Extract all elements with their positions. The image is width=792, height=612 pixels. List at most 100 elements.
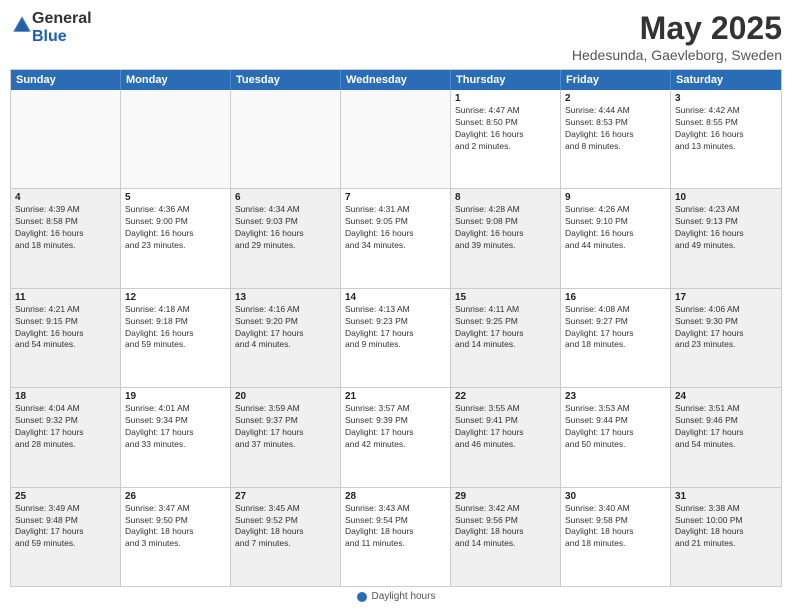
day-cell: 3Sunrise: 4:42 AM Sunset: 8:55 PM Daylig… xyxy=(671,90,781,188)
day-info: Sunrise: 3:40 AM Sunset: 9:58 PM Dayligh… xyxy=(565,503,666,551)
day-cell: 7Sunrise: 4:31 AM Sunset: 9:05 PM Daylig… xyxy=(341,189,451,287)
calendar: SundayMondayTuesdayWednesdayThursdayFrid… xyxy=(10,69,782,587)
logo-blue-text: Blue xyxy=(32,28,92,46)
day-number: 2 xyxy=(565,93,666,104)
day-info: Sunrise: 3:43 AM Sunset: 9:54 PM Dayligh… xyxy=(345,503,446,551)
logo-icon xyxy=(12,15,32,35)
day-cell: 22Sunrise: 3:55 AM Sunset: 9:41 PM Dayli… xyxy=(451,388,561,486)
day-header-wednesday: Wednesday xyxy=(341,70,451,90)
day-number: 11 xyxy=(15,292,116,303)
day-info: Sunrise: 4:23 AM Sunset: 9:13 PM Dayligh… xyxy=(675,204,777,252)
day-info: Sunrise: 3:45 AM Sunset: 9:52 PM Dayligh… xyxy=(235,503,336,551)
day-info: Sunrise: 4:18 AM Sunset: 9:18 PM Dayligh… xyxy=(125,304,226,352)
day-info: Sunrise: 4:47 AM Sunset: 8:50 PM Dayligh… xyxy=(455,105,556,153)
day-number: 10 xyxy=(675,192,777,203)
day-info: Sunrise: 4:28 AM Sunset: 9:08 PM Dayligh… xyxy=(455,204,556,252)
day-cell: 12Sunrise: 4:18 AM Sunset: 9:18 PM Dayli… xyxy=(121,289,231,387)
week-row-3: 11Sunrise: 4:21 AM Sunset: 9:15 PM Dayli… xyxy=(11,289,781,388)
day-info: Sunrise: 3:59 AM Sunset: 9:37 PM Dayligh… xyxy=(235,403,336,451)
day-cell xyxy=(341,90,451,188)
day-cell: 5Sunrise: 4:36 AM Sunset: 9:00 PM Daylig… xyxy=(121,189,231,287)
day-cell: 28Sunrise: 3:43 AM Sunset: 9:54 PM Dayli… xyxy=(341,488,451,586)
day-header-thursday: Thursday xyxy=(451,70,561,90)
day-cell: 24Sunrise: 3:51 AM Sunset: 9:46 PM Dayli… xyxy=(671,388,781,486)
day-number: 19 xyxy=(125,391,226,402)
day-info: Sunrise: 3:53 AM Sunset: 9:44 PM Dayligh… xyxy=(565,403,666,451)
day-header-tuesday: Tuesday xyxy=(231,70,341,90)
day-number: 7 xyxy=(345,192,446,203)
day-info: Sunrise: 3:49 AM Sunset: 9:48 PM Dayligh… xyxy=(15,503,116,551)
week-row-4: 18Sunrise: 4:04 AM Sunset: 9:32 PM Dayli… xyxy=(11,388,781,487)
week-row-1: 1Sunrise: 4:47 AM Sunset: 8:50 PM Daylig… xyxy=(11,90,781,189)
day-cell: 19Sunrise: 4:01 AM Sunset: 9:34 PM Dayli… xyxy=(121,388,231,486)
day-number: 13 xyxy=(235,292,336,303)
day-cell: 16Sunrise: 4:08 AM Sunset: 9:27 PM Dayli… xyxy=(561,289,671,387)
page: General Blue May 2025 Hedesunda, Gaevleb… xyxy=(0,0,792,612)
day-cell: 30Sunrise: 3:40 AM Sunset: 9:58 PM Dayli… xyxy=(561,488,671,586)
day-cell: 14Sunrise: 4:13 AM Sunset: 9:23 PM Dayli… xyxy=(341,289,451,387)
day-number: 14 xyxy=(345,292,446,303)
day-header-friday: Friday xyxy=(561,70,671,90)
day-header-monday: Monday xyxy=(121,70,231,90)
day-header-sunday: Sunday xyxy=(11,70,121,90)
day-info: Sunrise: 4:39 AM Sunset: 8:58 PM Dayligh… xyxy=(15,204,116,252)
day-headers: SundayMondayTuesdayWednesdayThursdayFrid… xyxy=(11,70,781,90)
day-info: Sunrise: 4:16 AM Sunset: 9:20 PM Dayligh… xyxy=(235,304,336,352)
footer: Daylight hours xyxy=(10,587,782,602)
day-number: 27 xyxy=(235,491,336,502)
day-number: 16 xyxy=(565,292,666,303)
day-cell: 23Sunrise: 3:53 AM Sunset: 9:44 PM Dayli… xyxy=(561,388,671,486)
day-cell: 17Sunrise: 4:06 AM Sunset: 9:30 PM Dayli… xyxy=(671,289,781,387)
weeks: 1Sunrise: 4:47 AM Sunset: 8:50 PM Daylig… xyxy=(11,90,781,586)
day-info: Sunrise: 4:26 AM Sunset: 9:10 PM Dayligh… xyxy=(565,204,666,252)
day-number: 23 xyxy=(565,391,666,402)
logo-text: General Blue xyxy=(32,10,92,45)
day-cell: 10Sunrise: 4:23 AM Sunset: 9:13 PM Dayli… xyxy=(671,189,781,287)
day-info: Sunrise: 4:08 AM Sunset: 9:27 PM Dayligh… xyxy=(565,304,666,352)
day-cell: 29Sunrise: 3:42 AM Sunset: 9:56 PM Dayli… xyxy=(451,488,561,586)
day-info: Sunrise: 3:47 AM Sunset: 9:50 PM Dayligh… xyxy=(125,503,226,551)
day-number: 31 xyxy=(675,491,777,502)
day-cell: 8Sunrise: 4:28 AM Sunset: 9:08 PM Daylig… xyxy=(451,189,561,287)
day-number: 17 xyxy=(675,292,777,303)
day-cell: 25Sunrise: 3:49 AM Sunset: 9:48 PM Dayli… xyxy=(11,488,121,586)
day-info: Sunrise: 4:36 AM Sunset: 9:00 PM Dayligh… xyxy=(125,204,226,252)
day-number: 30 xyxy=(565,491,666,502)
day-info: Sunrise: 4:11 AM Sunset: 9:25 PM Dayligh… xyxy=(455,304,556,352)
day-cell: 20Sunrise: 3:59 AM Sunset: 9:37 PM Dayli… xyxy=(231,388,341,486)
calendar-title: May 2025 xyxy=(572,10,782,47)
day-cell xyxy=(231,90,341,188)
day-info: Sunrise: 4:31 AM Sunset: 9:05 PM Dayligh… xyxy=(345,204,446,252)
day-info: Sunrise: 4:04 AM Sunset: 9:32 PM Dayligh… xyxy=(15,403,116,451)
day-number: 18 xyxy=(15,391,116,402)
day-cell: 18Sunrise: 4:04 AM Sunset: 9:32 PM Dayli… xyxy=(11,388,121,486)
day-number: 12 xyxy=(125,292,226,303)
day-number: 25 xyxy=(15,491,116,502)
footer-dot xyxy=(357,592,367,602)
day-number: 24 xyxy=(675,391,777,402)
day-cell: 26Sunrise: 3:47 AM Sunset: 9:50 PM Dayli… xyxy=(121,488,231,586)
day-info: Sunrise: 4:13 AM Sunset: 9:23 PM Dayligh… xyxy=(345,304,446,352)
footer-label: Daylight hours xyxy=(372,591,436,602)
day-number: 22 xyxy=(455,391,556,402)
day-cell: 1Sunrise: 4:47 AM Sunset: 8:50 PM Daylig… xyxy=(451,90,561,188)
day-info: Sunrise: 3:57 AM Sunset: 9:39 PM Dayligh… xyxy=(345,403,446,451)
day-cell: 21Sunrise: 3:57 AM Sunset: 9:39 PM Dayli… xyxy=(341,388,451,486)
day-cell: 27Sunrise: 3:45 AM Sunset: 9:52 PM Dayli… xyxy=(231,488,341,586)
day-cell: 13Sunrise: 4:16 AM Sunset: 9:20 PM Dayli… xyxy=(231,289,341,387)
day-info: Sunrise: 3:42 AM Sunset: 9:56 PM Dayligh… xyxy=(455,503,556,551)
day-cell xyxy=(11,90,121,188)
day-number: 26 xyxy=(125,491,226,502)
day-cell: 9Sunrise: 4:26 AM Sunset: 9:10 PM Daylig… xyxy=(561,189,671,287)
title-section: May 2025 Hedesunda, Gaevleborg, Sweden xyxy=(572,10,782,63)
day-number: 1 xyxy=(455,93,556,104)
day-info: Sunrise: 4:34 AM Sunset: 9:03 PM Dayligh… xyxy=(235,204,336,252)
day-cell xyxy=(121,90,231,188)
header: General Blue May 2025 Hedesunda, Gaevleb… xyxy=(10,10,782,63)
day-number: 4 xyxy=(15,192,116,203)
day-info: Sunrise: 4:21 AM Sunset: 9:15 PM Dayligh… xyxy=(15,304,116,352)
day-number: 20 xyxy=(235,391,336,402)
day-cell: 2Sunrise: 4:44 AM Sunset: 8:53 PM Daylig… xyxy=(561,90,671,188)
day-number: 3 xyxy=(675,93,777,104)
day-number: 21 xyxy=(345,391,446,402)
